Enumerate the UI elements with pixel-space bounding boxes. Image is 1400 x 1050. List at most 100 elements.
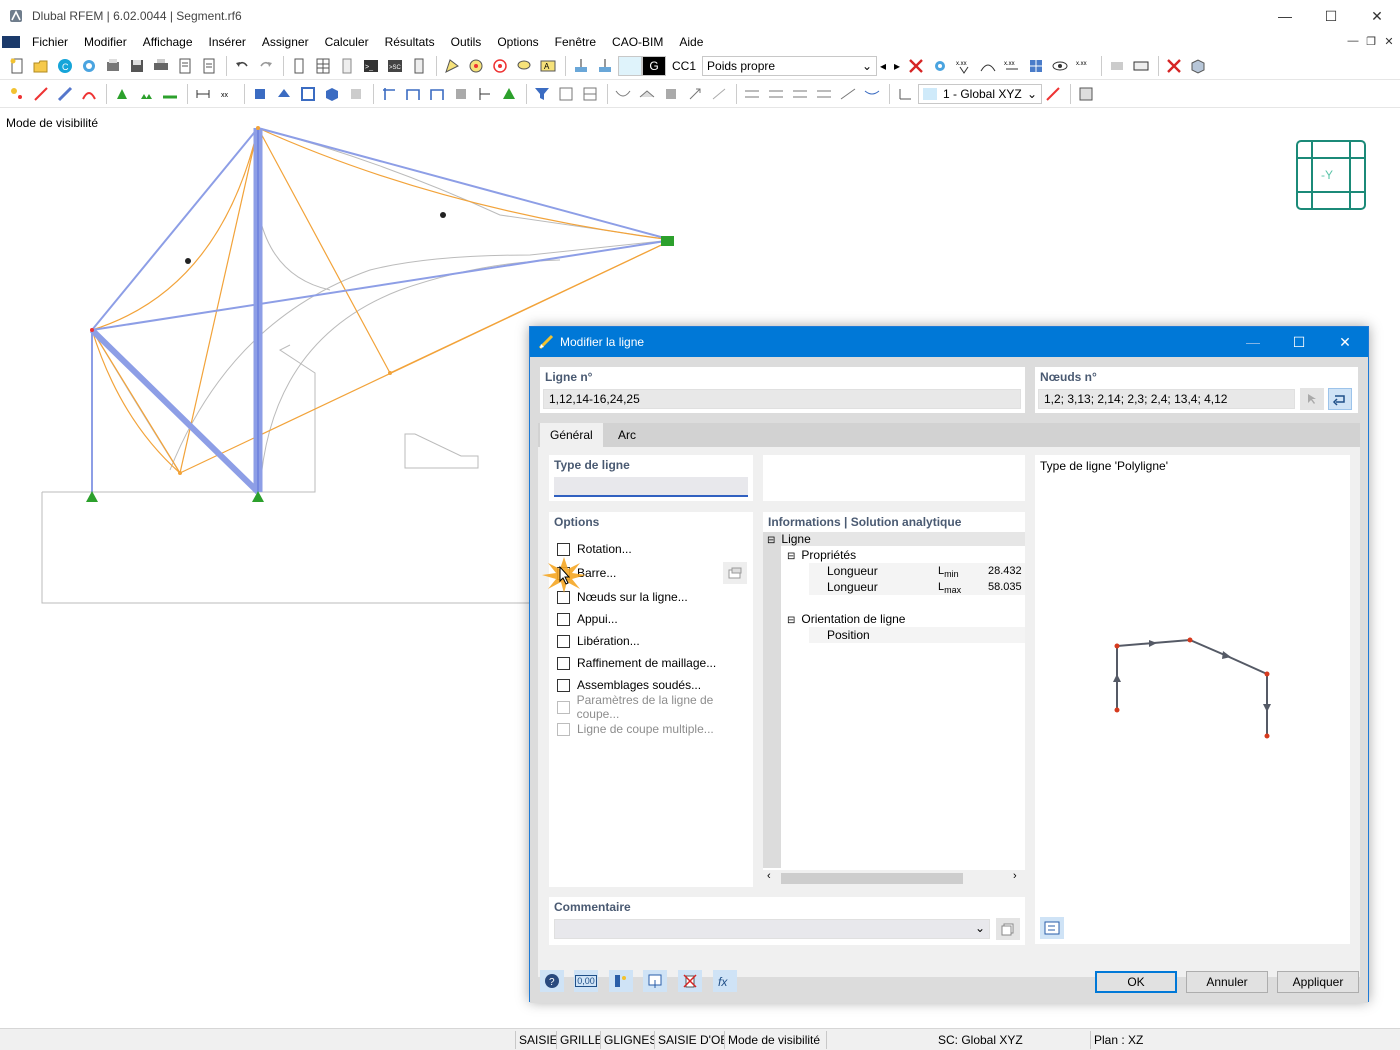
status-glignes[interactable]: GLIGNES xyxy=(600,1031,662,1049)
tree-node-orientation[interactable]: ⊟ Orientation de ligne xyxy=(787,611,905,627)
dialog-minimize-button[interactable]: — xyxy=(1230,327,1276,357)
close-button[interactable]: ✕ xyxy=(1354,0,1400,32)
deformation-icon[interactable] xyxy=(612,83,634,105)
option-mesh-refinement[interactable]: Raffinement de maillage... xyxy=(557,654,716,672)
print-report-icon[interactable] xyxy=(102,55,124,77)
minimize-button[interactable]: — xyxy=(1262,0,1308,32)
cloud-icon[interactable]: C xyxy=(54,55,76,77)
node-dot[interactable] xyxy=(388,371,392,375)
reverse-direction-button[interactable] xyxy=(1328,388,1352,410)
dialog-close-button[interactable]: ✕ xyxy=(1322,327,1368,357)
solid-result-icon[interactable] xyxy=(660,83,682,105)
view-button[interactable] xyxy=(643,970,667,992)
script-icon[interactable]: >SC xyxy=(384,55,406,77)
pick-node-button[interactable] xyxy=(1300,388,1324,410)
display-icon[interactable] xyxy=(1075,83,1097,105)
menu-aide[interactable]: Aide xyxy=(671,32,711,52)
collapse-icon[interactable]: ⊟ xyxy=(787,615,795,626)
member-edit-button[interactable] xyxy=(723,562,747,584)
report-icon[interactable] xyxy=(174,55,196,77)
collapse-icon[interactable]: ⊟ xyxy=(787,551,795,562)
menu-outils[interactable]: Outils xyxy=(443,32,490,52)
load-case-select[interactable]: Poids propre ⌄ xyxy=(702,55,878,76)
prev-load-case-icon[interactable]: ◂ xyxy=(877,55,889,77)
node-support-icon[interactable] xyxy=(111,83,133,105)
menu-fenetre[interactable]: Fenêtre xyxy=(547,32,604,52)
mesh-icon[interactable] xyxy=(1025,55,1047,77)
menu-options[interactable]: Options xyxy=(489,32,546,52)
node-dot[interactable] xyxy=(185,258,191,264)
units-button[interactable]: 0,00 xyxy=(574,970,598,992)
align-icon-4[interactable] xyxy=(813,83,835,105)
undo-icon[interactable] xyxy=(231,55,253,77)
document-icon[interactable] xyxy=(198,55,220,77)
welded-joints-checkbox[interactable] xyxy=(557,678,570,692)
align-icon-2[interactable] xyxy=(765,83,787,105)
menu-assigner[interactable]: Assigner xyxy=(254,32,317,52)
node-support-icon[interactable] xyxy=(252,491,264,502)
tab-arc[interactable]: Arc xyxy=(608,423,646,447)
mesh-refinement-checkbox[interactable] xyxy=(557,656,570,670)
load-member-icon[interactable] xyxy=(273,83,295,105)
support-view-icon[interactable] xyxy=(929,55,951,77)
align-icon-5[interactable] xyxy=(837,83,859,105)
comment-library-button[interactable] xyxy=(996,918,1020,940)
menu-affichage[interactable]: Affichage xyxy=(135,32,201,52)
new-node-icon[interactable] xyxy=(6,83,28,105)
delete-box-icon[interactable] xyxy=(345,83,367,105)
option-welded-joints[interactable]: Assemblages soudés... xyxy=(557,676,701,694)
animation-icon[interactable] xyxy=(1130,55,1152,77)
axis-icon[interactable] xyxy=(894,83,916,105)
coordinate-icon[interactable]: xx xyxy=(216,83,238,105)
option-support[interactable]: Appui... xyxy=(557,610,618,628)
filter-icon[interactable] xyxy=(531,83,553,105)
next-load-case-icon[interactable]: ▸ xyxy=(891,55,903,77)
tree-node-line[interactable]: ⊟ Ligne xyxy=(767,531,811,547)
menu-resultats[interactable]: Résultats xyxy=(377,32,443,52)
collapse-icon[interactable]: ⊟ xyxy=(767,535,775,546)
3d-box-icon[interactable] xyxy=(1187,55,1209,77)
align-icon-1[interactable] xyxy=(741,83,763,105)
print-icon[interactable] xyxy=(150,55,172,77)
node-support-icon[interactable] xyxy=(86,491,98,502)
select-node-icon[interactable] xyxy=(465,55,487,77)
view-cube[interactable]: -Y xyxy=(1296,140,1366,210)
horizontal-scrollbar[interactable]: ‹ › xyxy=(763,870,1025,887)
select-text-icon[interactable]: A xyxy=(537,55,559,77)
cancel-button[interactable]: Annuler xyxy=(1186,971,1268,993)
select-target-icon[interactable] xyxy=(489,55,511,77)
save-icon[interactable] xyxy=(126,55,148,77)
status-saisie[interactable]: SAISIE xyxy=(515,1031,562,1049)
node-dot[interactable] xyxy=(256,126,260,130)
delete-button[interactable] xyxy=(678,970,702,992)
navigator-icon[interactable] xyxy=(336,55,358,77)
support-green-square[interactable] xyxy=(661,236,674,246)
delete-load-icon[interactable] xyxy=(905,55,927,77)
line-type-select[interactable] xyxy=(554,477,748,497)
tree-node-properties[interactable]: ⊟ Propriétés xyxy=(787,547,856,563)
console-icon[interactable]: >_ xyxy=(360,55,382,77)
menu-fichier[interactable]: Fichier xyxy=(24,32,76,52)
surface-support-icon[interactable] xyxy=(159,83,181,105)
rotation-checkbox[interactable] xyxy=(557,542,570,556)
mdi-minimize-button[interactable]: — xyxy=(1344,33,1362,49)
formula-button[interactable]: fx xyxy=(713,970,737,992)
new-member-icon[interactable] xyxy=(54,83,76,105)
select-area-icon[interactable] xyxy=(441,55,463,77)
coord-system-select[interactable]: 1 - Global XYZ ⌄ xyxy=(918,83,1042,104)
maximize-button[interactable]: ☐ xyxy=(1308,0,1354,32)
scroll-left-icon[interactable]: ‹ xyxy=(767,870,771,882)
open-file-icon[interactable] xyxy=(30,55,52,77)
option-release[interactable]: Libération... xyxy=(557,632,640,650)
scroll-right-icon[interactable]: › xyxy=(1013,870,1017,882)
load-node-icon[interactable] xyxy=(249,83,271,105)
menu-calculer[interactable]: Calculer xyxy=(317,32,377,52)
xxx-icon-1[interactable]: x.xx xyxy=(953,55,975,77)
align-icon-6[interactable] xyxy=(861,83,883,105)
node-dot[interactable] xyxy=(440,212,446,218)
coord-edit-icon[interactable] xyxy=(1042,83,1064,105)
dialog-maximize-button[interactable]: ☐ xyxy=(1276,327,1322,357)
mdi-doc-icon[interactable] xyxy=(2,36,20,48)
snap-grid-icon[interactable] xyxy=(426,83,448,105)
nodes-button[interactable] xyxy=(609,970,633,992)
